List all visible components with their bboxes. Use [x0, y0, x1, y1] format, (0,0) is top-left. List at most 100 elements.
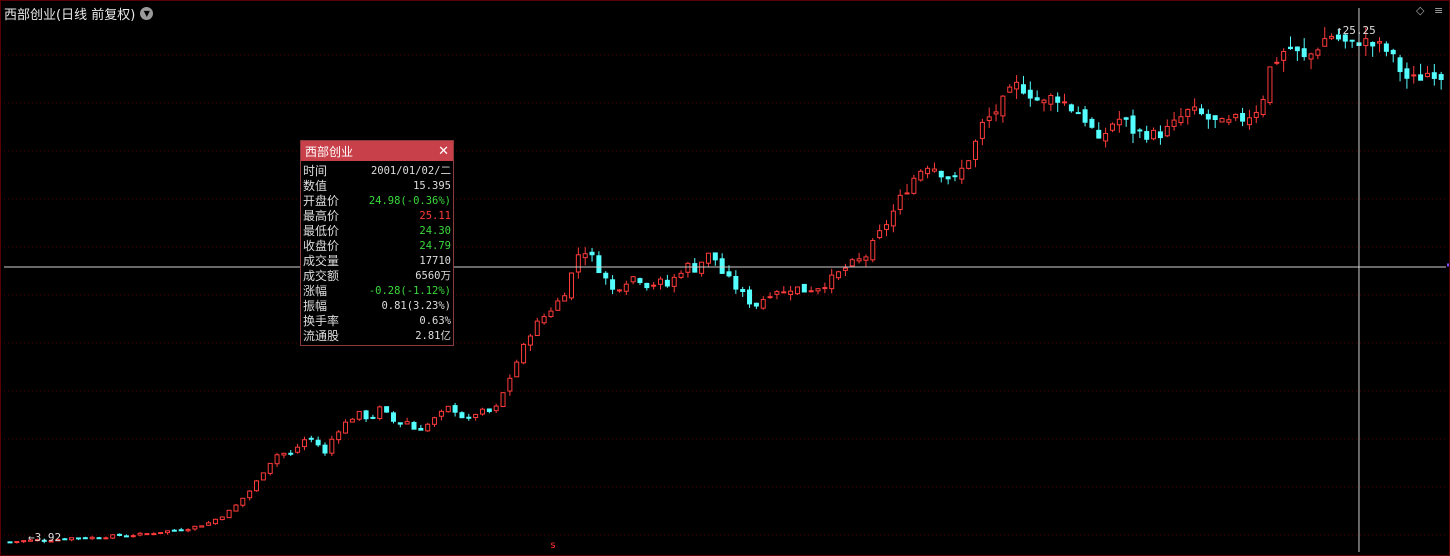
candle-body	[418, 427, 424, 431]
candle-body	[1198, 108, 1204, 115]
candle-body	[1068, 104, 1074, 112]
candle-body	[1055, 96, 1061, 103]
candle-body	[911, 177, 917, 194]
candle-body	[726, 271, 732, 277]
candle-body	[1116, 118, 1122, 126]
candle-body	[151, 533, 157, 536]
candle-body	[1226, 119, 1232, 123]
candle-body	[815, 288, 821, 292]
chevron-down-icon[interactable]: ▼	[140, 6, 154, 20]
candle-body	[945, 176, 951, 180]
candle-body	[836, 271, 842, 279]
info-row-value: 25.11	[419, 209, 451, 222]
candle-body	[144, 533, 150, 536]
candle-body	[377, 406, 383, 420]
candle-body	[1219, 118, 1225, 123]
candle-body	[986, 116, 992, 121]
candle-body	[260, 472, 266, 481]
candle-body	[411, 421, 417, 430]
signal-marker: s	[550, 540, 557, 551]
candle-body	[890, 210, 896, 227]
candle-body	[733, 276, 739, 290]
candle-body	[356, 410, 362, 420]
candle-body	[1383, 43, 1389, 52]
candle-body	[822, 287, 828, 290]
candle-body	[1020, 84, 1026, 94]
kline-svg[interactable]	[0, 0, 1450, 556]
info-row: 振幅 0.81(3.23%)	[303, 298, 451, 313]
candle-body	[206, 522, 212, 526]
candle-body	[794, 286, 800, 295]
candle-body	[14, 541, 20, 544]
candle-body	[883, 224, 889, 230]
candle-body	[918, 170, 924, 181]
candle-body	[82, 537, 88, 540]
info-rows: 时间 2001/01/02/二 数值 15.395 开盘价 24.98(-0.36%) 最高…	[301, 161, 453, 345]
candle-body	[1144, 131, 1150, 140]
info-title: 西部创业	[305, 144, 354, 159]
candle-body	[486, 408, 492, 412]
candle-body	[856, 258, 862, 262]
chart-title: 西部创业(日线 前复权)	[4, 7, 136, 23]
candle-body	[842, 267, 848, 271]
candle-body	[404, 421, 410, 425]
candle-body	[1253, 111, 1259, 118]
candle-body	[1308, 53, 1314, 60]
candle-body	[89, 536, 95, 540]
candle-body	[1192, 106, 1198, 111]
candle-body	[1185, 108, 1191, 117]
candle-body	[808, 290, 814, 293]
info-row-value: 24.30	[419, 224, 451, 237]
candle-body	[185, 529, 191, 532]
candle-body	[603, 272, 609, 279]
candle-body	[1075, 112, 1081, 115]
candle-body	[7, 541, 13, 544]
info-row-value: 0.81(3.23%)	[381, 299, 451, 312]
candle-body	[1089, 118, 1095, 128]
candle-body	[658, 278, 664, 285]
menu-icon[interactable]: ≡	[1434, 5, 1444, 16]
candle-body	[849, 259, 855, 267]
candle-body	[610, 279, 616, 290]
candle-body	[1151, 129, 1157, 140]
candle-body	[288, 452, 294, 455]
candle-body	[1288, 46, 1294, 50]
info-row: 成交量 17710	[303, 253, 451, 268]
candle-body	[562, 295, 568, 302]
candle-body	[212, 518, 218, 525]
candle-body	[973, 140, 979, 161]
candle-body	[651, 284, 657, 287]
info-row-value: 2.81亿	[415, 330, 451, 342]
candle-body	[829, 274, 835, 290]
candle-body	[685, 262, 691, 273]
candle-body	[1034, 97, 1040, 101]
candle-body	[500, 392, 506, 407]
candle-body	[979, 121, 985, 139]
candle-body	[959, 167, 965, 180]
candle-body	[952, 175, 958, 178]
kline-chart[interactable]	[0, 0, 1450, 556]
candle-body	[267, 462, 273, 474]
candle-body	[644, 282, 650, 289]
candle-body	[931, 168, 937, 172]
candle-body	[527, 335, 533, 346]
candle-body	[1260, 99, 1266, 116]
candle-body	[384, 406, 390, 413]
candle-body	[96, 537, 102, 540]
candle-body	[1349, 39, 1355, 42]
candle-body	[171, 529, 177, 532]
candle-body	[164, 530, 170, 534]
close-icon[interactable]: ✕	[438, 144, 449, 159]
candle-body	[925, 167, 931, 175]
candle-body	[274, 454, 280, 465]
diamond-icon[interactable]: ◇	[1416, 5, 1426, 16]
candle-body	[1431, 72, 1437, 79]
candle-body	[1390, 49, 1396, 55]
candle-body	[329, 438, 335, 454]
candle-body	[1041, 99, 1047, 104]
candle-body	[534, 320, 540, 336]
candle-body	[1027, 89, 1033, 99]
candle-body	[1397, 57, 1403, 73]
candle-body	[240, 497, 246, 506]
candle-body	[1082, 109, 1088, 123]
